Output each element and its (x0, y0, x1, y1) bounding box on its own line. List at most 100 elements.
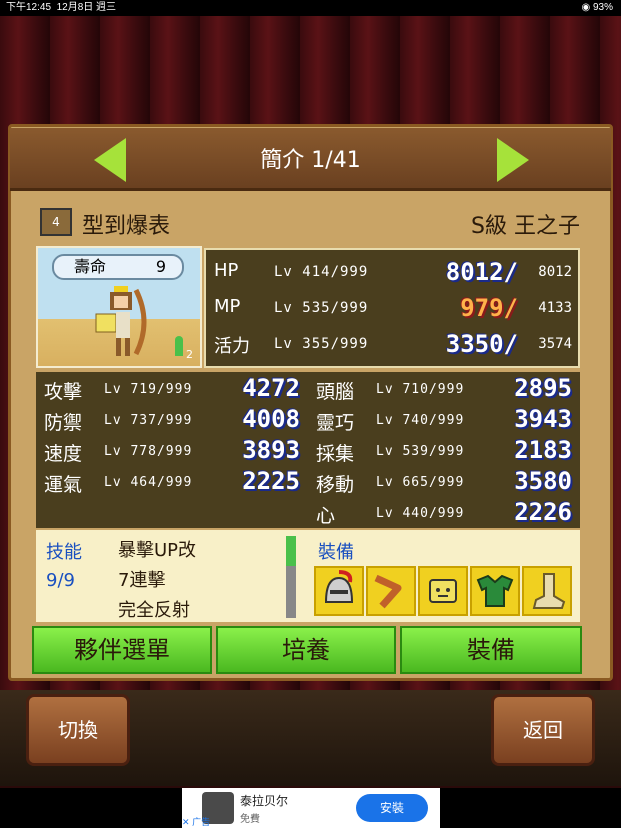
vital-current: 3350/ (445, 330, 518, 358)
vital-max: 8012 (538, 264, 572, 280)
train-button[interactable]: 培養 (216, 626, 396, 674)
equip-button[interactable]: 裝備 (400, 626, 582, 674)
action-buttons: 夥伴選單 培養 裝備 (32, 626, 582, 674)
ad-banner[interactable]: 泰拉贝尔 免費 安裝 ✕ 广告 (182, 788, 440, 828)
stat-level: Lv 539/999 (376, 444, 465, 459)
lifespan-pill: 壽命 9 (52, 254, 184, 280)
close-icon[interactable]: ✕ (182, 817, 190, 827)
vital-current: 8012/ (445, 258, 518, 286)
character-name: 型到爆表 (82, 214, 171, 239)
stat-row: 心 Lv 440/999 2226 (308, 498, 580, 528)
stat-level: Lv 719/999 (104, 382, 193, 397)
stat-value: 3893 (242, 436, 300, 464)
stat-level: Lv 464/999 (104, 475, 193, 490)
stat-row: 防禦 Lv 737/999 4008 (36, 405, 308, 435)
vital-row: 活力 Lv 355/999 3350/ 3574 (206, 326, 578, 362)
stat-row: 移動 Lv 665/999 3580 (308, 467, 580, 497)
character-rank: S級 王之子 (471, 214, 580, 239)
status-date: 12月8日 週三 (56, 2, 117, 13)
vital-level: Lv 414/999 (274, 264, 369, 280)
stat-key: 心 (316, 505, 336, 527)
stat-row: 頭腦 Lv 710/999 2895 (308, 374, 580, 404)
lifespan-value: 9 (155, 257, 166, 276)
helmet-icon[interactable] (314, 566, 364, 616)
stat-level: Lv 440/999 (376, 506, 465, 521)
stat-level: Lv 740/999 (376, 413, 465, 428)
stat-level: Lv 778/999 (104, 444, 193, 459)
stat-level: Lv 710/999 (376, 382, 465, 397)
boots-icon[interactable] (522, 566, 572, 616)
previous-arrow-icon[interactable] (94, 138, 126, 182)
stat-value: 2895 (514, 374, 572, 402)
ad-install-button[interactable]: 安裝 (356, 794, 428, 822)
skills-scrollbar[interactable] (286, 536, 296, 618)
stat-level: Lv 737/999 (104, 413, 193, 428)
sprout-count: 2 (186, 348, 193, 361)
skills-equipment-panel: 技能 9/9 暴擊UP改 7連擊 完全反射 裝備 (36, 530, 580, 622)
stat-value: 2225 (242, 467, 300, 495)
stat-value: 3580 (514, 467, 572, 495)
vitals-panel: HP Lv 414/999 8012/ 8012 MP Lv 535/999 9… (204, 248, 580, 368)
vital-row: HP Lv 414/999 8012/ 8012 (206, 254, 578, 290)
vital-max: 3574 (538, 336, 572, 352)
stat-row: 速度 Lv 778/999 3893 (36, 436, 308, 466)
boomerang-icon[interactable] (366, 566, 416, 616)
lifespan-label: 壽命 (74, 257, 107, 276)
vital-row: MP Lv 535/999 979/ 4133 (206, 290, 578, 326)
stat-row: 運氣 Lv 464/999 2225 (36, 467, 308, 497)
skills-count: 9/9 (46, 570, 75, 591)
ad-title: 泰拉贝尔 (240, 794, 289, 808)
ad-tag[interactable]: ✕ 广告 (182, 815, 210, 828)
hero-sprite-icon (95, 286, 147, 356)
stat-value: 2183 (514, 436, 572, 464)
character-portrait: 壽命 9 2 (36, 246, 202, 368)
character-namebar: 4 型到爆表 S級 王之子 (40, 206, 580, 239)
switch-button[interactable]: 切換 (26, 694, 130, 766)
wifi-icon: ◉ (581, 2, 591, 13)
stat-level: Lv 665/999 (376, 475, 465, 490)
ad-margin-right (440, 788, 621, 828)
stat-key: 運氣 (44, 474, 83, 496)
vital-key: MP (214, 296, 241, 317)
stat-key: 頭腦 (316, 381, 355, 403)
skills-label: 技能 (46, 542, 82, 563)
vital-max: 4133 (538, 300, 572, 316)
skill-item[interactable]: 暴擊UP改 (118, 536, 196, 562)
stat-key: 速度 (44, 443, 83, 465)
stat-row: 採集 Lv 539/999 2183 (308, 436, 580, 466)
ad-tag-label: 广告 (192, 817, 211, 827)
stat-value: 2226 (514, 498, 572, 526)
battery-percent: 93% (592, 2, 613, 13)
charm-icon[interactable] (418, 566, 468, 616)
vital-current: 979/ (460, 294, 518, 322)
stat-row: 靈巧 Lv 740/999 3943 (308, 405, 580, 435)
scrollbar-thumb[interactable] (286, 536, 296, 566)
stat-value: 3943 (514, 405, 572, 433)
stat-row: 攻擊 Lv 719/999 4272 (36, 374, 308, 404)
stat-value: 4008 (242, 405, 300, 433)
vital-level: Lv 355/999 (274, 336, 369, 352)
stat-key: 移動 (316, 474, 355, 496)
equipment-label: 裝備 (318, 542, 354, 563)
stat-key: 靈巧 (316, 412, 355, 434)
vital-level: Lv 535/999 (274, 300, 369, 316)
vital-key: HP (214, 260, 239, 281)
status-time: 下午12:45 (6, 2, 52, 13)
next-arrow-icon[interactable] (497, 138, 529, 182)
status-bar: 下午12:45 12月8日 週三 ◉ 93% (0, 0, 621, 16)
stats-panel: 攻擊 Lv 719/999 4272 防禦 Lv 737/999 4008 速度… (36, 372, 580, 528)
stat-key: 採集 (316, 443, 355, 465)
stat-key: 防禦 (44, 412, 83, 434)
sprout-icon: 2 (172, 336, 198, 361)
skill-item[interactable]: 完全反射 (118, 596, 190, 622)
skill-item[interactable]: 7連擊 (118, 566, 165, 592)
party-menu-button[interactable]: 夥伴選單 (32, 626, 212, 674)
armor-icon[interactable] (470, 566, 520, 616)
ad-subtitle: 免費 (240, 814, 260, 825)
back-button[interactable]: 返回 (491, 694, 595, 766)
character-number-badge: 4 (40, 208, 72, 236)
vital-key: 活力 (214, 336, 250, 357)
stat-value: 4272 (242, 374, 300, 402)
stat-key: 攻擊 (44, 381, 83, 403)
ad-margin-left (0, 788, 182, 828)
